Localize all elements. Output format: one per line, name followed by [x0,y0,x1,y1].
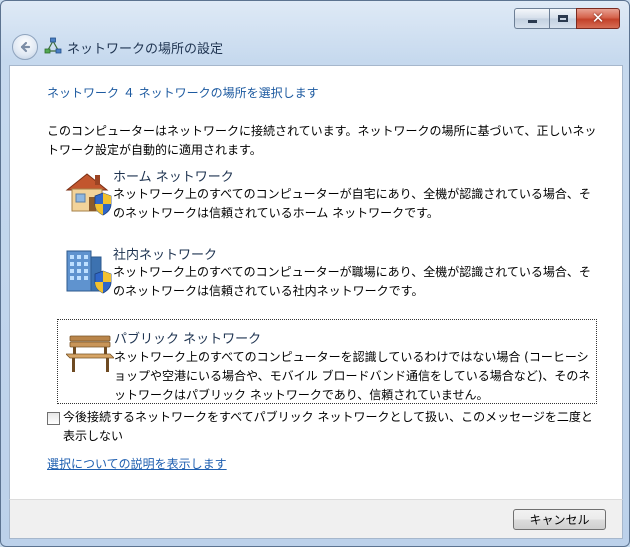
maximize-button[interactable] [549,8,576,29]
dialog-footer: キャンセル [9,499,623,539]
dialog-title: ネットワークの場所の設定 [67,42,224,57]
close-icon: ✕ [591,9,605,27]
public-network-icon [66,335,114,372]
content-area: ネットワーク ４ ネットワークの場所を選択します このコンピューターはネットワー… [9,65,623,500]
maximize-icon [558,15,568,22]
option-home-description: ネットワーク上のすべてのコンピューターが自宅にあり、全機が認識されている場合、そ… [113,187,591,220]
caption-buttons: ✕ [514,8,620,29]
close-button[interactable]: ✕ [576,8,620,29]
option-work-network[interactable]: 社内ネットワーク ネットワーク上のすべてのコンピューターが職場にあり、全機が認識… [57,242,595,308]
network-icon [44,37,62,54]
network-location-dialog: ✕ ネットワークの場所の設定 ネットワーク ４ ネットワークの場所を選択します … [0,0,630,547]
cancel-button[interactable]: キャンセル [513,509,606,530]
main-instruction: ネットワーク ４ ネットワークの場所を選択します [47,86,319,100]
home-network-icon [65,173,112,216]
dont-show-again-label[interactable]: 今後接続するネットワークをすべてパブリック ネットワークとして扱い、このメッセー… [63,408,603,446]
option-home-network[interactable]: ホーム ネットワーク ネットワーク上のすべてのコンピューターが自宅にあり、全機が… [57,164,595,230]
back-arrow-icon [20,41,31,53]
intro-text: このコンピューターはネットワークに接続されています。ネットワークの場所に基づいて… [47,124,597,157]
option-public-title: パブリック ネットワーク [114,332,262,347]
option-home-title: ホーム ネットワーク [113,170,234,185]
option-public-description: ネットワーク上のすべてのコンピューターを認識しているわけではない場合 (コーヒー… [114,350,591,402]
dont-show-again-checkbox[interactable] [47,412,60,425]
minimize-icon [527,20,537,23]
minimize-button[interactable] [514,8,549,29]
back-button[interactable] [12,34,38,60]
work-network-icon [66,250,112,294]
option-work-title: 社内ネットワーク [113,248,218,263]
help-link[interactable]: 選択についての説明を表示します [47,455,227,472]
option-public-network[interactable]: パブリック ネットワーク ネットワーク上のすべてのコンピューターを認識しているわ… [57,319,597,404]
option-work-description: ネットワーク上のすべてのコンピューターが職場にあり、全機が認識されている場合、そ… [113,265,591,298]
